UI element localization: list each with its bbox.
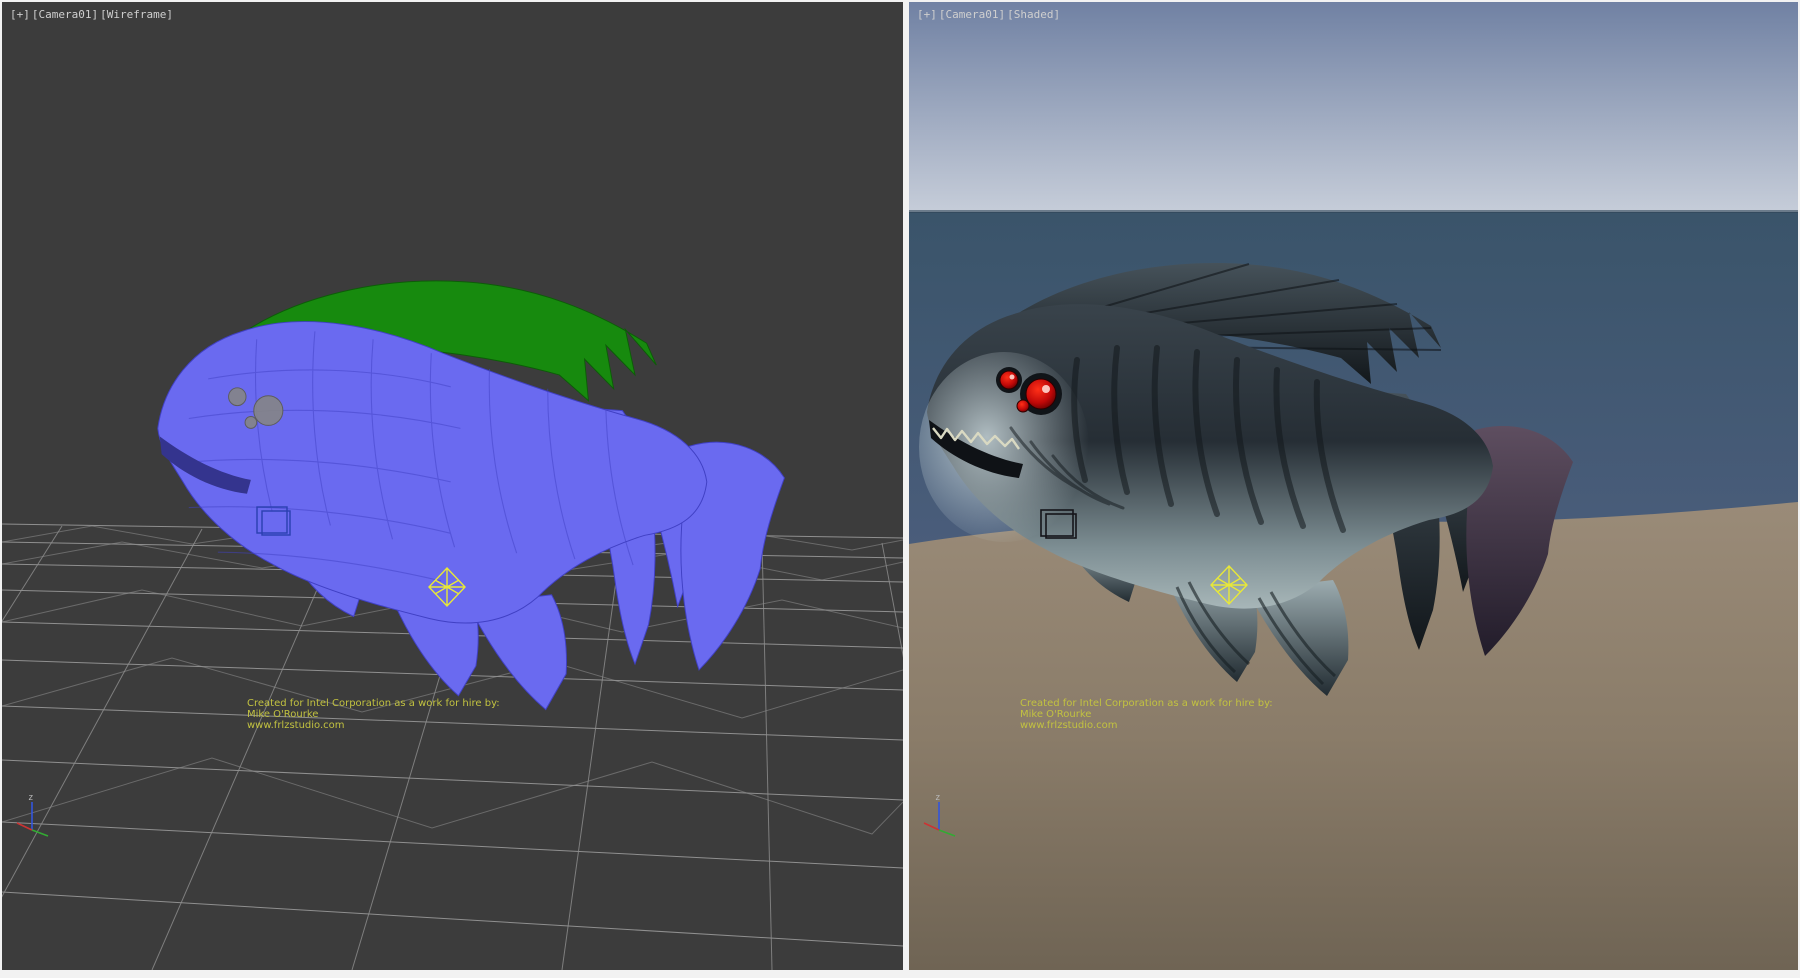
watermark-line2: Mike O'Rourke	[247, 709, 500, 720]
watermark-line1: Created for Intel Corporation as a work …	[247, 698, 500, 709]
eye-small	[1017, 400, 1029, 412]
sand-ground	[909, 502, 1798, 970]
world-axis-gizmo: z	[14, 790, 58, 838]
viewport-label-left: [+][Camera01][Wireframe]	[10, 8, 175, 21]
eye-large	[254, 396, 283, 426]
fish-model-wireframe[interactable]	[158, 281, 785, 710]
shaded-scene	[909, 2, 1798, 970]
eye-highlight	[1010, 375, 1015, 380]
viewport-shaded[interactable]: [+][Camera01][Shaded] Created for Intel …	[909, 2, 1798, 970]
world-axis-gizmo: z	[921, 790, 965, 838]
watermark-line1: Created for Intel Corporation as a work …	[1020, 698, 1273, 709]
eye-mid	[229, 388, 246, 406]
viewport-menu-shading[interactable]: [Wireframe]	[100, 8, 173, 21]
watermark-line2: Mike O'Rourke	[1020, 709, 1273, 720]
viewport-menu-pov[interactable]: [Camera01]	[939, 8, 1005, 21]
sky-upper	[909, 2, 1798, 212]
wireframe-scene	[2, 2, 903, 970]
viewport-menu-shading[interactable]: [Shaded]	[1007, 8, 1060, 21]
eye-highlight	[1042, 385, 1050, 393]
viewport-menu-pov[interactable]: [Camera01]	[32, 8, 98, 21]
axis-z-label: z	[28, 793, 33, 803]
watermark-line3: www.frlzstudio.com	[1020, 720, 1273, 731]
watermark-text: Created for Intel Corporation as a work …	[1020, 698, 1273, 731]
horizon-line	[909, 210, 1798, 213]
viewport-wireframe[interactable]: [+][Camera01][Wireframe] Created for Int…	[2, 2, 903, 970]
eye-large	[1026, 379, 1056, 409]
eye-small	[245, 417, 257, 429]
watermark-text: Created for Intel Corporation as a work …	[247, 698, 500, 731]
viewport-label-right: [+][Camera01][Shaded]	[917, 8, 1062, 21]
dual-viewport-workspace: [+][Camera01][Wireframe] Created for Int…	[0, 0, 1800, 978]
viewport-menu-general[interactable]: [+]	[917, 8, 937, 21]
axis-z-label: z	[935, 793, 940, 803]
watermark-line3: www.frlzstudio.com	[247, 720, 500, 731]
viewport-menu-general[interactable]: [+]	[10, 8, 30, 21]
eye-mid	[1000, 371, 1018, 389]
